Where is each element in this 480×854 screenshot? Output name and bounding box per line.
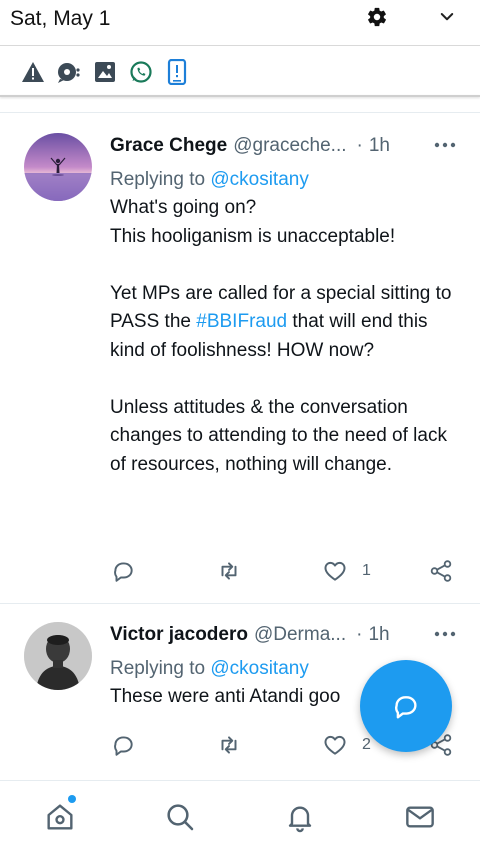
mention-link[interactable]: @ckositany xyxy=(210,658,309,679)
nav-home[interactable] xyxy=(42,795,78,835)
reply-icon xyxy=(114,562,133,582)
hashtag-link[interactable]: #BBIFraud xyxy=(196,311,287,332)
status-bar: Sat, May 1 xyxy=(0,0,480,44)
notification-icons-row xyxy=(20,58,190,86)
share-button[interactable] xyxy=(428,556,454,586)
avatar[interactable] xyxy=(24,133,92,201)
heart-icon xyxy=(324,561,346,581)
notification-divider xyxy=(0,95,480,97)
search-icon xyxy=(167,804,194,831)
tweet-time: 1h xyxy=(368,135,390,156)
tweet-header: Grace Chege @graceche... · 1h xyxy=(110,133,462,159)
retweet-icon xyxy=(221,736,237,754)
display-name[interactable]: Victor jacodero xyxy=(110,624,248,646)
avatar[interactable] xyxy=(24,622,92,690)
tweet-line: This hooliganism is unacceptable! xyxy=(110,225,396,247)
phone-alert-icon xyxy=(164,59,190,85)
tweet-line: What's going on? xyxy=(110,197,257,218)
reply-button[interactable] xyxy=(110,556,150,586)
like-count: 1 xyxy=(362,562,371,579)
replying-to-label: Replying to xyxy=(110,169,206,190)
tweet-header: Victor jacodero @Derma... · 1h xyxy=(110,622,462,648)
compose-reply-button[interactable] xyxy=(360,660,452,752)
share-icon xyxy=(430,560,452,582)
notifications-icon xyxy=(288,806,312,833)
tweet-actions: 1 xyxy=(110,556,460,586)
reply-icon xyxy=(114,736,133,756)
home-icon xyxy=(47,804,73,830)
like-button[interactable]: 2 xyxy=(322,730,371,760)
nav-search[interactable] xyxy=(162,799,198,835)
nav-messages[interactable] xyxy=(402,799,438,835)
more-options-icon[interactable] xyxy=(434,137,456,153)
like-count: 2 xyxy=(362,736,371,753)
chevron-down-icon[interactable] xyxy=(438,8,456,26)
nav-notifications[interactable] xyxy=(282,799,318,835)
warning-icon xyxy=(20,59,46,85)
tweet-separator: · xyxy=(356,624,363,645)
messages-icon xyxy=(406,806,434,828)
retweet-button[interactable] xyxy=(216,556,256,586)
compose-reply-icon xyxy=(395,696,417,719)
status-divider xyxy=(0,45,480,46)
replying-to-label: Replying to xyxy=(110,658,206,679)
mention-link[interactable]: @ckositany xyxy=(210,169,309,190)
image-icon xyxy=(92,59,118,85)
display-name[interactable]: Grace Chege xyxy=(110,135,227,157)
user-handle[interactable]: @graceche... xyxy=(233,135,346,157)
whatsapp-icon xyxy=(128,59,154,85)
tweet-paragraph: Yet MPs are called for a special sitting… xyxy=(110,282,452,361)
retweet-icon xyxy=(221,562,237,580)
tweet-card[interactable]: Grace Chege @graceche... · 1h Replying t… xyxy=(0,113,480,603)
replying-to: Replying to @ckositany xyxy=(110,167,462,193)
status-date: Sat, May 1 xyxy=(10,7,111,30)
like-button[interactable]: 1 xyxy=(322,556,371,586)
bottom-navigation xyxy=(0,780,480,854)
retweet-button[interactable] xyxy=(216,730,256,760)
reply-button[interactable] xyxy=(110,730,150,760)
tweet-time: 1h xyxy=(368,624,390,645)
more-options-icon[interactable] xyxy=(434,626,456,642)
user-handle[interactable]: @Derma... xyxy=(254,624,346,646)
chat-bubble-icon xyxy=(56,59,82,85)
tweet-text: What's going on? This hooliganism is una… xyxy=(110,194,462,479)
heart-icon xyxy=(324,735,346,755)
notification-dot xyxy=(68,795,76,803)
tweet-separator: · xyxy=(356,135,363,156)
tweet-paragraph: Unless attitudes & the conversation chan… xyxy=(110,396,447,475)
gear-icon[interactable] xyxy=(366,6,388,28)
